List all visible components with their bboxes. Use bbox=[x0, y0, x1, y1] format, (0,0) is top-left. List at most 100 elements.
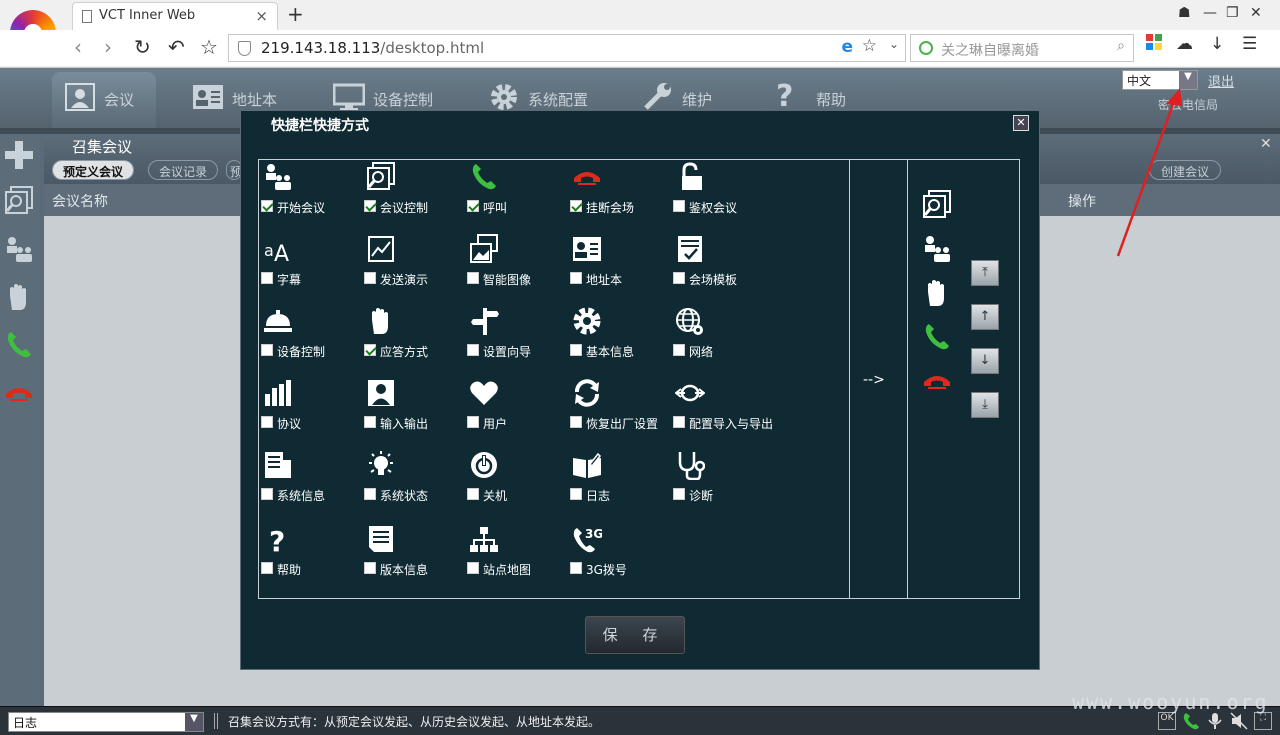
cloud-icon[interactable]: ☁ bbox=[1176, 34, 1193, 54]
shortcut-checkbox[interactable] bbox=[467, 488, 479, 500]
shortcut-checkbox[interactable] bbox=[673, 488, 685, 500]
move-bottom-button[interactable]: ⤓ bbox=[971, 392, 999, 418]
shortcut-checkbox[interactable] bbox=[570, 272, 582, 284]
browser-tab[interactable]: VCT Inner Web × bbox=[72, 2, 278, 30]
move-top-button[interactable]: ⤒ bbox=[971, 260, 999, 286]
call-icon[interactable] bbox=[4, 330, 34, 360]
shortcut-checkbox[interactable] bbox=[467, 200, 479, 212]
shortcut-item[interactable]: 关机 bbox=[467, 450, 567, 510]
add-icon[interactable] bbox=[4, 140, 34, 170]
download-icon[interactable]: ↓ bbox=[1210, 34, 1224, 54]
hand-icon[interactable] bbox=[4, 282, 34, 312]
shortcut-item[interactable]: 系统信息 bbox=[261, 450, 361, 510]
shortcut-item[interactable]: 智能图像 bbox=[467, 234, 567, 294]
shortcut-checkbox[interactable] bbox=[673, 200, 685, 212]
shortcut-item[interactable]: 鉴权会议 bbox=[673, 162, 773, 222]
shortcut-item[interactable]: 设备控制 bbox=[261, 306, 361, 366]
chevron-down-icon[interactable]: ⌄ bbox=[889, 37, 899, 51]
shortcut-item[interactable]: ? 帮助 bbox=[261, 524, 361, 584]
reload-icon[interactable]: ↻ bbox=[134, 35, 151, 59]
shortcut-checkbox[interactable] bbox=[364, 488, 376, 500]
maximize-icon[interactable]: ❐ bbox=[1226, 5, 1239, 21]
new-tab-icon[interactable]: + bbox=[287, 2, 304, 26]
call-icon[interactable] bbox=[922, 322, 952, 352]
tab-meeting[interactable]: 会议 bbox=[52, 72, 156, 128]
apps-grid-icon[interactable] bbox=[1146, 34, 1162, 50]
shortcut-item[interactable]: 设置向导 bbox=[467, 306, 567, 366]
close-icon[interactable]: ✕ bbox=[1260, 136, 1274, 152]
meeting-control-icon[interactable] bbox=[4, 186, 34, 216]
dialog-close-icon[interactable]: ✕ bbox=[1013, 115, 1029, 131]
shortcut-item[interactable]: 恢复出厂设置 bbox=[570, 378, 670, 438]
search-icon[interactable]: ⌕ bbox=[1117, 38, 1125, 54]
back-icon[interactable]: ‹ bbox=[74, 35, 82, 59]
shortcut-checkbox[interactable] bbox=[570, 488, 582, 500]
start-meeting-icon[interactable] bbox=[4, 234, 34, 264]
shortcut-checkbox[interactable] bbox=[364, 272, 376, 284]
tab-predefined-meeting[interactable]: 预定义会议 bbox=[52, 160, 135, 180]
shortcut-item[interactable]: 配置导入与导出 bbox=[673, 378, 773, 438]
start-meeting-icon[interactable] bbox=[922, 234, 952, 264]
shortcut-item[interactable]: 输入输出 bbox=[364, 378, 464, 438]
tab-close-icon[interactable]: × bbox=[255, 7, 268, 25]
log-select[interactable]: 日志 ▼ bbox=[8, 712, 204, 732]
shortcut-checkbox[interactable] bbox=[261, 272, 273, 284]
shortcut-item[interactable]: 地址本 bbox=[570, 234, 670, 294]
shortcut-checkbox[interactable] bbox=[467, 562, 479, 574]
shortcut-checkbox[interactable] bbox=[570, 344, 582, 356]
logout-link[interactable]: 退出 bbox=[1208, 71, 1234, 90]
hand-icon[interactable] bbox=[922, 278, 952, 308]
minimize-icon[interactable]: — bbox=[1203, 5, 1217, 21]
address-bar[interactable]: 219.143.18.113/desktop.html e ☆ ⌄ bbox=[228, 34, 906, 62]
shortcut-checkbox[interactable] bbox=[570, 416, 582, 428]
shortcut-checkbox[interactable] bbox=[673, 344, 685, 356]
shortcut-checkbox[interactable] bbox=[673, 272, 685, 284]
shortcut-item[interactable]: 呼叫 bbox=[467, 162, 567, 222]
shortcut-checkbox[interactable] bbox=[570, 200, 582, 212]
shortcut-item[interactable]: a A 字幕 bbox=[261, 234, 361, 294]
tab-meeting-records[interactable]: 会议记录 bbox=[148, 160, 219, 180]
shortcut-checkbox[interactable] bbox=[570, 562, 582, 574]
meeting-control-icon[interactable] bbox=[922, 190, 952, 220]
shortcut-item[interactable]: 会议控制 bbox=[364, 162, 464, 222]
undo-icon[interactable]: ↶ bbox=[168, 35, 185, 59]
shortcut-checkbox[interactable] bbox=[364, 562, 376, 574]
forward-icon[interactable]: › bbox=[104, 35, 112, 59]
shortcut-item[interactable]: 开始会议 bbox=[261, 162, 361, 222]
search-input[interactable]: 关之琳自曝离婚 ⌕ bbox=[910, 34, 1134, 62]
column-meeting-name[interactable]: 会议名称 bbox=[52, 191, 108, 211]
favorite-icon[interactable]: ☆ bbox=[862, 36, 877, 56]
shortcut-item[interactable]: 站点地图 bbox=[467, 524, 567, 584]
shortcut-item[interactable]: 3G 3G拨号 bbox=[570, 524, 670, 584]
pin-icon[interactable]: ☗ bbox=[1178, 5, 1191, 21]
shortcut-checkbox[interactable] bbox=[673, 416, 685, 428]
shortcut-item[interactable]: 系统状态 bbox=[364, 450, 464, 510]
hangup-icon[interactable] bbox=[4, 378, 34, 408]
shortcut-item[interactable]: 协议 bbox=[261, 378, 361, 438]
shortcut-item[interactable]: 发送演示 bbox=[364, 234, 464, 294]
bookmark-star-icon[interactable]: ☆ bbox=[200, 35, 218, 59]
shortcut-checkbox[interactable] bbox=[364, 416, 376, 428]
shortcut-checkbox[interactable] bbox=[467, 344, 479, 356]
shortcut-item[interactable]: 应答方式 bbox=[364, 306, 464, 366]
shortcut-checkbox[interactable] bbox=[261, 344, 273, 356]
move-down-button[interactable]: ↓ bbox=[971, 348, 999, 374]
shortcut-checkbox[interactable] bbox=[364, 344, 376, 356]
shortcut-checkbox[interactable] bbox=[261, 200, 273, 212]
shortcut-checkbox[interactable] bbox=[261, 562, 273, 574]
shortcut-item[interactable]: 版本信息 bbox=[364, 524, 464, 584]
shortcut-item[interactable]: 诊断 bbox=[673, 450, 773, 510]
shortcut-checkbox[interactable] bbox=[467, 416, 479, 428]
shortcut-checkbox[interactable] bbox=[261, 416, 273, 428]
shortcut-checkbox[interactable] bbox=[261, 488, 273, 500]
save-button[interactable]: 保 存 bbox=[585, 616, 685, 654]
move-right-button[interactable]: --> bbox=[863, 372, 885, 388]
move-up-button[interactable]: ↑ bbox=[971, 304, 999, 330]
shortcut-item[interactable]: 挂断会场 bbox=[570, 162, 670, 222]
shortcut-checkbox[interactable] bbox=[467, 272, 479, 284]
ie-mode-icon[interactable]: e bbox=[841, 37, 853, 57]
column-actions[interactable]: 操作 bbox=[1068, 191, 1096, 211]
shortcut-item[interactable]: 网络 bbox=[673, 306, 773, 366]
shortcut-item[interactable]: 基本信息 bbox=[570, 306, 670, 366]
hangup-icon[interactable] bbox=[922, 366, 952, 396]
